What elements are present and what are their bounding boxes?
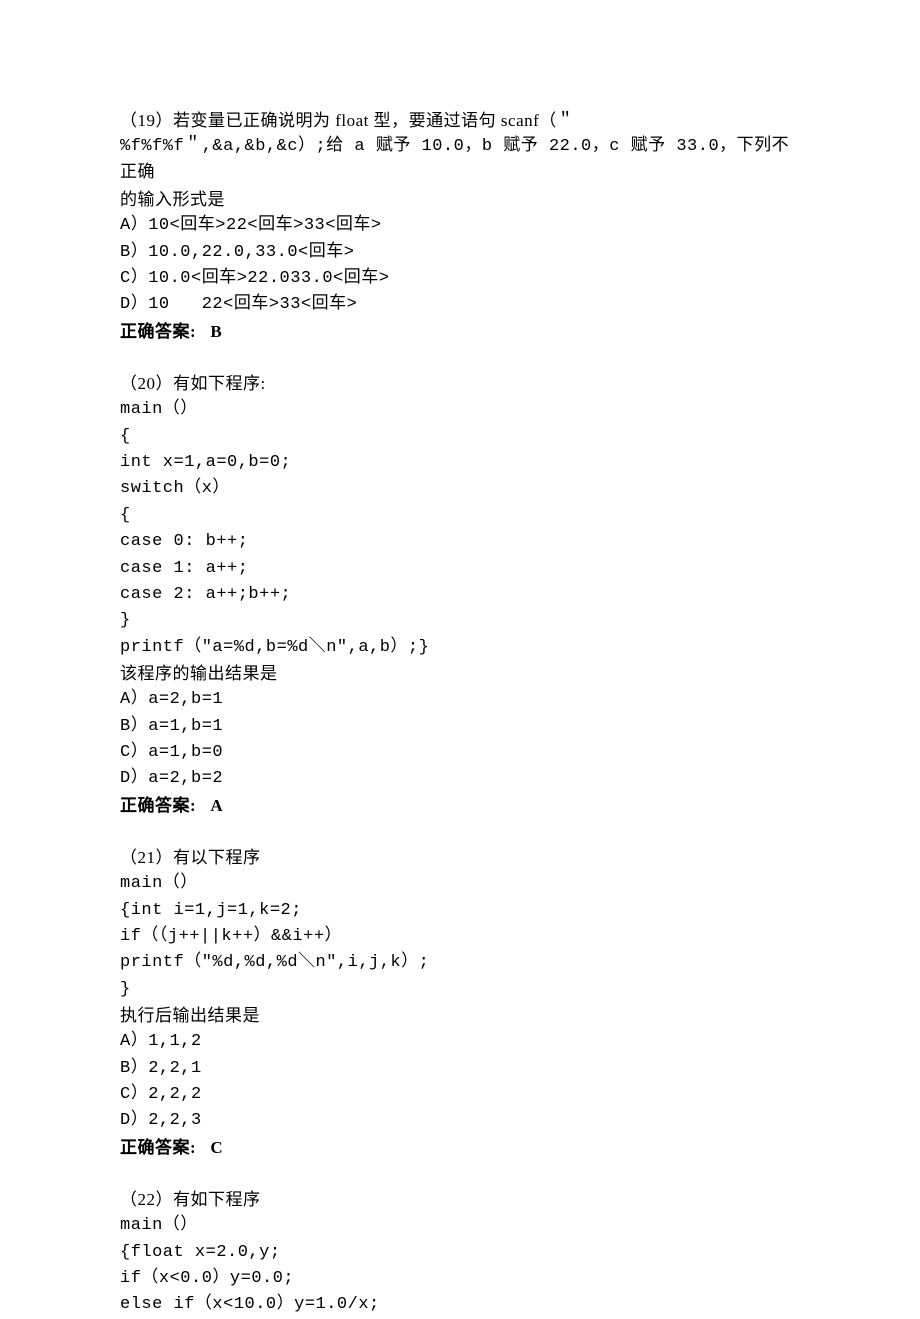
q21-code-line: if（（j++||k++）&&i++） [120, 924, 800, 950]
q19-answer: 正确答案: B [120, 319, 800, 345]
q21-code-line: {int i=1,j=1,k=2; [120, 898, 800, 924]
q22-code-line: else if（x<10.0）y=1.0/x; [120, 1292, 800, 1318]
q21-option-d: D）2,2,3 [120, 1108, 800, 1134]
q21-prompt: 执行后输出结果是 [120, 1003, 800, 1029]
question-19: （19）若变量已正确说明为 float 型，要通过语句 scanf（＂ %f%f… [120, 108, 800, 345]
q20-answer: 正确答案: A [120, 793, 800, 819]
q20-stem: （20）有如下程序: [120, 371, 800, 397]
q22-stem: （22）有如下程序 [120, 1187, 800, 1213]
q20-code-line: { [120, 424, 800, 450]
q22-code-line: {float x=2.0,y; [120, 1240, 800, 1266]
question-20: （20）有如下程序: main（） { int x=1,a=0,b=0; swi… [120, 371, 800, 819]
question-22: （22）有如下程序 main（） {float x=2.0,y; if（x<0.… [120, 1187, 800, 1319]
q20-code-line: int x=1,a=0,b=0; [120, 450, 800, 476]
q20-code-line: case 2: a++;b++; [120, 582, 800, 608]
q21-answer: 正确答案: C [120, 1135, 800, 1161]
q19-option-d: D）10 22<回车>33<回车> [120, 292, 800, 318]
q21-stem: （21）有以下程序 [120, 845, 800, 871]
question-21: （21）有以下程序 main（） {int i=1,j=1,k=2; if（（j… [120, 845, 800, 1161]
q21-option-a: A）1,1,2 [120, 1029, 800, 1055]
q20-code-line: printf（"a=%d,b=%d＼n",a,b）;} [120, 635, 800, 661]
q19-stem-line1: （19）若变量已正确说明为 float 型，要通过语句 scanf（＂ [120, 108, 800, 134]
q20-code-line: switch（x） [120, 476, 800, 502]
q19-option-a: A）10<回车>22<回车>33<回车> [120, 213, 800, 239]
q20-option-c: C）a=1,b=0 [120, 740, 800, 766]
q19-option-b: B）10.0,22.0,33.0<回车> [120, 240, 800, 266]
q20-option-d: D）a=2,b=2 [120, 766, 800, 792]
q21-code-line: printf（"%d,%d,%d＼n",i,j,k）; [120, 950, 800, 976]
q20-code-line: { [120, 503, 800, 529]
q22-code-line: main（） [120, 1213, 800, 1239]
q20-prompt: 该程序的输出结果是 [120, 661, 800, 687]
q19-option-c: C）10.0<回车>22.033.0<回车> [120, 266, 800, 292]
q20-code-line: main（） [120, 397, 800, 423]
q21-option-b: B）2,2,1 [120, 1056, 800, 1082]
q21-option-c: C）2,2,2 [120, 1082, 800, 1108]
q22-code-line: if（x<0.0）y=0.0; [120, 1266, 800, 1292]
q21-code-line: main（） [120, 871, 800, 897]
q20-option-b: B）a=1,b=1 [120, 714, 800, 740]
q21-code-line: } [120, 977, 800, 1003]
q20-code-line: } [120, 608, 800, 634]
q20-code-line: case 0: b++; [120, 529, 800, 555]
q20-code-line: case 1: a++; [120, 556, 800, 582]
q19-stem-line3: 的输入形式是 [120, 187, 800, 213]
q19-stem-line2: %f%f%f＂,&a,&b,&c）;给 a 赋予 10.0，b 赋予 22.0，… [120, 134, 800, 187]
q20-option-a: A）a=2,b=1 [120, 687, 800, 713]
